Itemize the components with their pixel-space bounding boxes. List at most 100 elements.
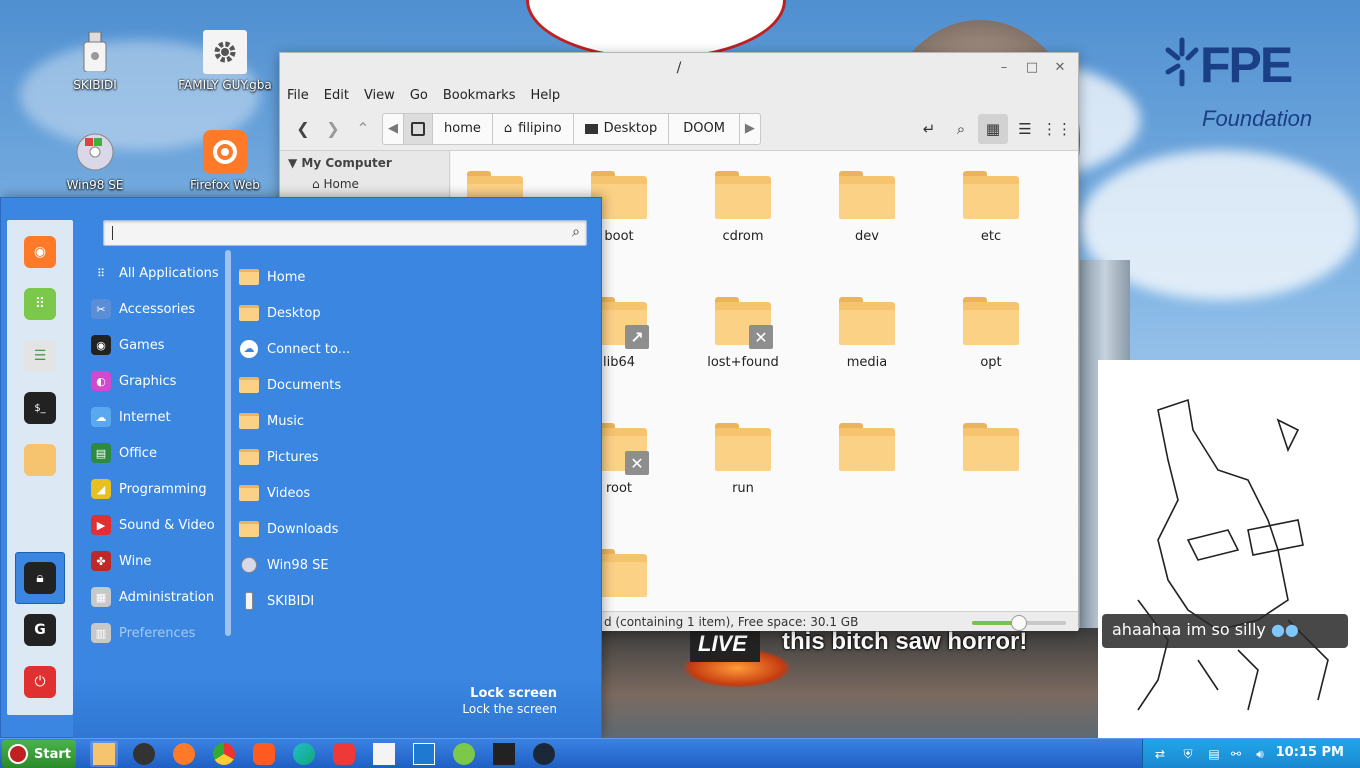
- category-programming[interactable]: ◢ Programming: [87, 474, 227, 504]
- sidebar-item-home[interactable]: ⌂ Home: [280, 175, 449, 193]
- category-label: Sound & Video: [119, 517, 215, 533]
- taskbar-app-edge-dev[interactable]: [290, 741, 318, 767]
- tray-volume[interactable]: 🔊︎: [1251, 745, 1269, 763]
- place-connect-to[interactable]: ☁ Connect to...: [239, 334, 439, 364]
- category-graphics[interactable]: ◐ Graphics: [87, 366, 227, 396]
- taskbar-app-obs[interactable]: [130, 741, 158, 767]
- taskbar-app-folder[interactable]: [90, 741, 118, 767]
- folder-item[interactable]: opt: [941, 297, 1041, 370]
- place-pictures[interactable]: Pictures: [239, 442, 439, 472]
- gamepad-icon: ◉: [91, 335, 111, 355]
- start-button[interactable]: Start: [2, 740, 76, 768]
- tray-remote-desktop[interactable]: ⇄: [1151, 745, 1169, 763]
- icon-view-button[interactable]: ▦: [978, 114, 1008, 144]
- folder-item[interactable]: etc: [941, 171, 1041, 244]
- breadcrumb-scroll-left[interactable]: ◀: [383, 113, 404, 144]
- search-input[interactable]: ⌕: [103, 220, 587, 246]
- downloads-folder-icon: [239, 520, 259, 538]
- folder-item[interactable]: run: [693, 423, 793, 496]
- category-office[interactable]: ▤ Office: [87, 438, 227, 468]
- taskbar-app-terminal[interactable]: [490, 741, 518, 767]
- back-button[interactable]: ❮: [288, 114, 318, 144]
- tray-shield[interactable]: ⛨: [1179, 745, 1197, 763]
- place-music[interactable]: Music: [239, 406, 439, 436]
- menu-edit[interactable]: Edit: [324, 88, 349, 103]
- tray-network[interactable]: ⚯: [1227, 745, 1245, 763]
- clock[interactable]: 10:15 PM: [1276, 745, 1344, 760]
- menu-go[interactable]: Go: [410, 88, 428, 103]
- place-videos[interactable]: Videos: [239, 478, 439, 508]
- category-label: Games: [119, 337, 165, 353]
- fav-files[interactable]: [24, 444, 56, 476]
- folder-item[interactable]: cdrom: [693, 171, 793, 244]
- fav-software-manager[interactable]: ⠿: [24, 288, 56, 320]
- fav-firefox[interactable]: ◉: [24, 236, 56, 268]
- system-tray: ⇄ ⛨ ▤ ⚯ 🔊︎ 10:15 PM: [1142, 739, 1360, 768]
- place-downloads[interactable]: Downloads: [239, 514, 439, 544]
- taskbar-app-brave[interactable]: [250, 741, 278, 767]
- desktop-icon-skibidi[interactable]: SKIBIDI: [40, 30, 150, 92]
- taskbar-app-software-manager[interactable]: [450, 741, 478, 767]
- taskbar-app-firefox[interactable]: [170, 741, 198, 767]
- desktop-icon-firefox[interactable]: Firefox Web: [170, 130, 280, 192]
- folder-item[interactable]: ✕ lost+found: [693, 297, 793, 370]
- folder-item[interactable]: [941, 423, 1041, 481]
- lock-button[interactable]: 🔒︎: [24, 562, 56, 594]
- close-button[interactable]: ✕: [1050, 58, 1070, 78]
- breadcrumb-root[interactable]: [404, 113, 433, 144]
- folder-item[interactable]: dev: [817, 171, 917, 244]
- taskbar-app-remote-desktop[interactable]: [370, 741, 398, 767]
- fav-settings[interactable]: ☰: [24, 340, 56, 372]
- place-desktop[interactable]: Desktop: [239, 298, 439, 328]
- category-wine[interactable]: ✤ Wine: [87, 546, 227, 576]
- category-label: All Applications: [119, 265, 219, 281]
- forward-button[interactable]: ❯: [318, 114, 348, 144]
- minimize-button[interactable]: –: [994, 58, 1014, 78]
- search-button[interactable]: ⌕: [946, 114, 976, 144]
- taskbar-app-steam[interactable]: [530, 741, 558, 767]
- category-preferences[interactable]: ▥ Preferences: [87, 618, 227, 648]
- menu-scrollbar[interactable]: [225, 250, 231, 636]
- sidebar-section-my-computer[interactable]: ▼ My Computer: [280, 151, 449, 175]
- breadcrumb-filipino[interactable]: ⌂ filipino: [493, 113, 574, 144]
- taskbar-app-system-monitor[interactable]: [410, 741, 438, 767]
- tray-notes[interactable]: ▤: [1205, 745, 1223, 763]
- compact-view-button[interactable]: ⋮⋮: [1042, 114, 1072, 144]
- up-button[interactable]: ⌃: [348, 114, 378, 144]
- desktop-icon-win98[interactable]: Win98 SE: [40, 130, 150, 192]
- category-games[interactable]: ◉ Games: [87, 330, 227, 360]
- menu-file[interactable]: File: [287, 88, 309, 103]
- chevron-down-icon: ▼: [288, 156, 298, 170]
- toggle-location-button[interactable]: ↵: [914, 114, 944, 144]
- list-view-button[interactable]: ☰: [1010, 114, 1040, 144]
- breadcrumb-home[interactable]: home: [433, 113, 493, 144]
- place-documents[interactable]: Documents: [239, 370, 439, 400]
- category-accessories[interactable]: ✂ Accessories: [87, 294, 227, 324]
- place-skibidi[interactable]: SKIBIDI: [239, 586, 439, 616]
- category-internet[interactable]: ☁ Internet: [87, 402, 227, 432]
- power-button[interactable]: ⏻: [24, 666, 56, 698]
- fav-terminal[interactable]: $_: [24, 392, 56, 424]
- zoom-slider[interactable]: [972, 615, 1066, 631]
- place-home[interactable]: Home: [239, 262, 439, 292]
- maximize-button[interactable]: □: [1022, 58, 1042, 78]
- taskbar-app-chrome[interactable]: [210, 741, 238, 767]
- category-sound-video[interactable]: ▶ Sound & Video: [87, 510, 227, 540]
- window-titlebar[interactable]: / – □ ✕: [280, 53, 1078, 83]
- breadcrumb-desktop[interactable]: Desktop: [574, 113, 670, 144]
- menu-bookmarks[interactable]: Bookmarks: [443, 88, 516, 103]
- breadcrumb-doom[interactable]: DOOM: [669, 113, 740, 144]
- category-all-applications[interactable]: ⠿ All Applications: [87, 258, 227, 288]
- breadcrumb-scroll-right[interactable]: ▶: [740, 114, 760, 144]
- desktop-icon-label: Firefox Web: [190, 178, 260, 192]
- place-win98-se[interactable]: Win98 SE: [239, 550, 439, 580]
- desktop-icon-family-guy[interactable]: FAMILY GUY.gba: [170, 30, 280, 92]
- folder-item[interactable]: media: [817, 297, 917, 370]
- logout-button[interactable]: G: [24, 614, 56, 646]
- menu-view[interactable]: View: [364, 88, 395, 103]
- menu-help[interactable]: Help: [530, 88, 560, 103]
- folder-item[interactable]: [817, 423, 917, 481]
- category-administration[interactable]: ▦ Administration: [87, 582, 227, 612]
- zoom-slider-handle[interactable]: [1011, 615, 1027, 631]
- taskbar-app-vivaldi[interactable]: [330, 741, 358, 767]
